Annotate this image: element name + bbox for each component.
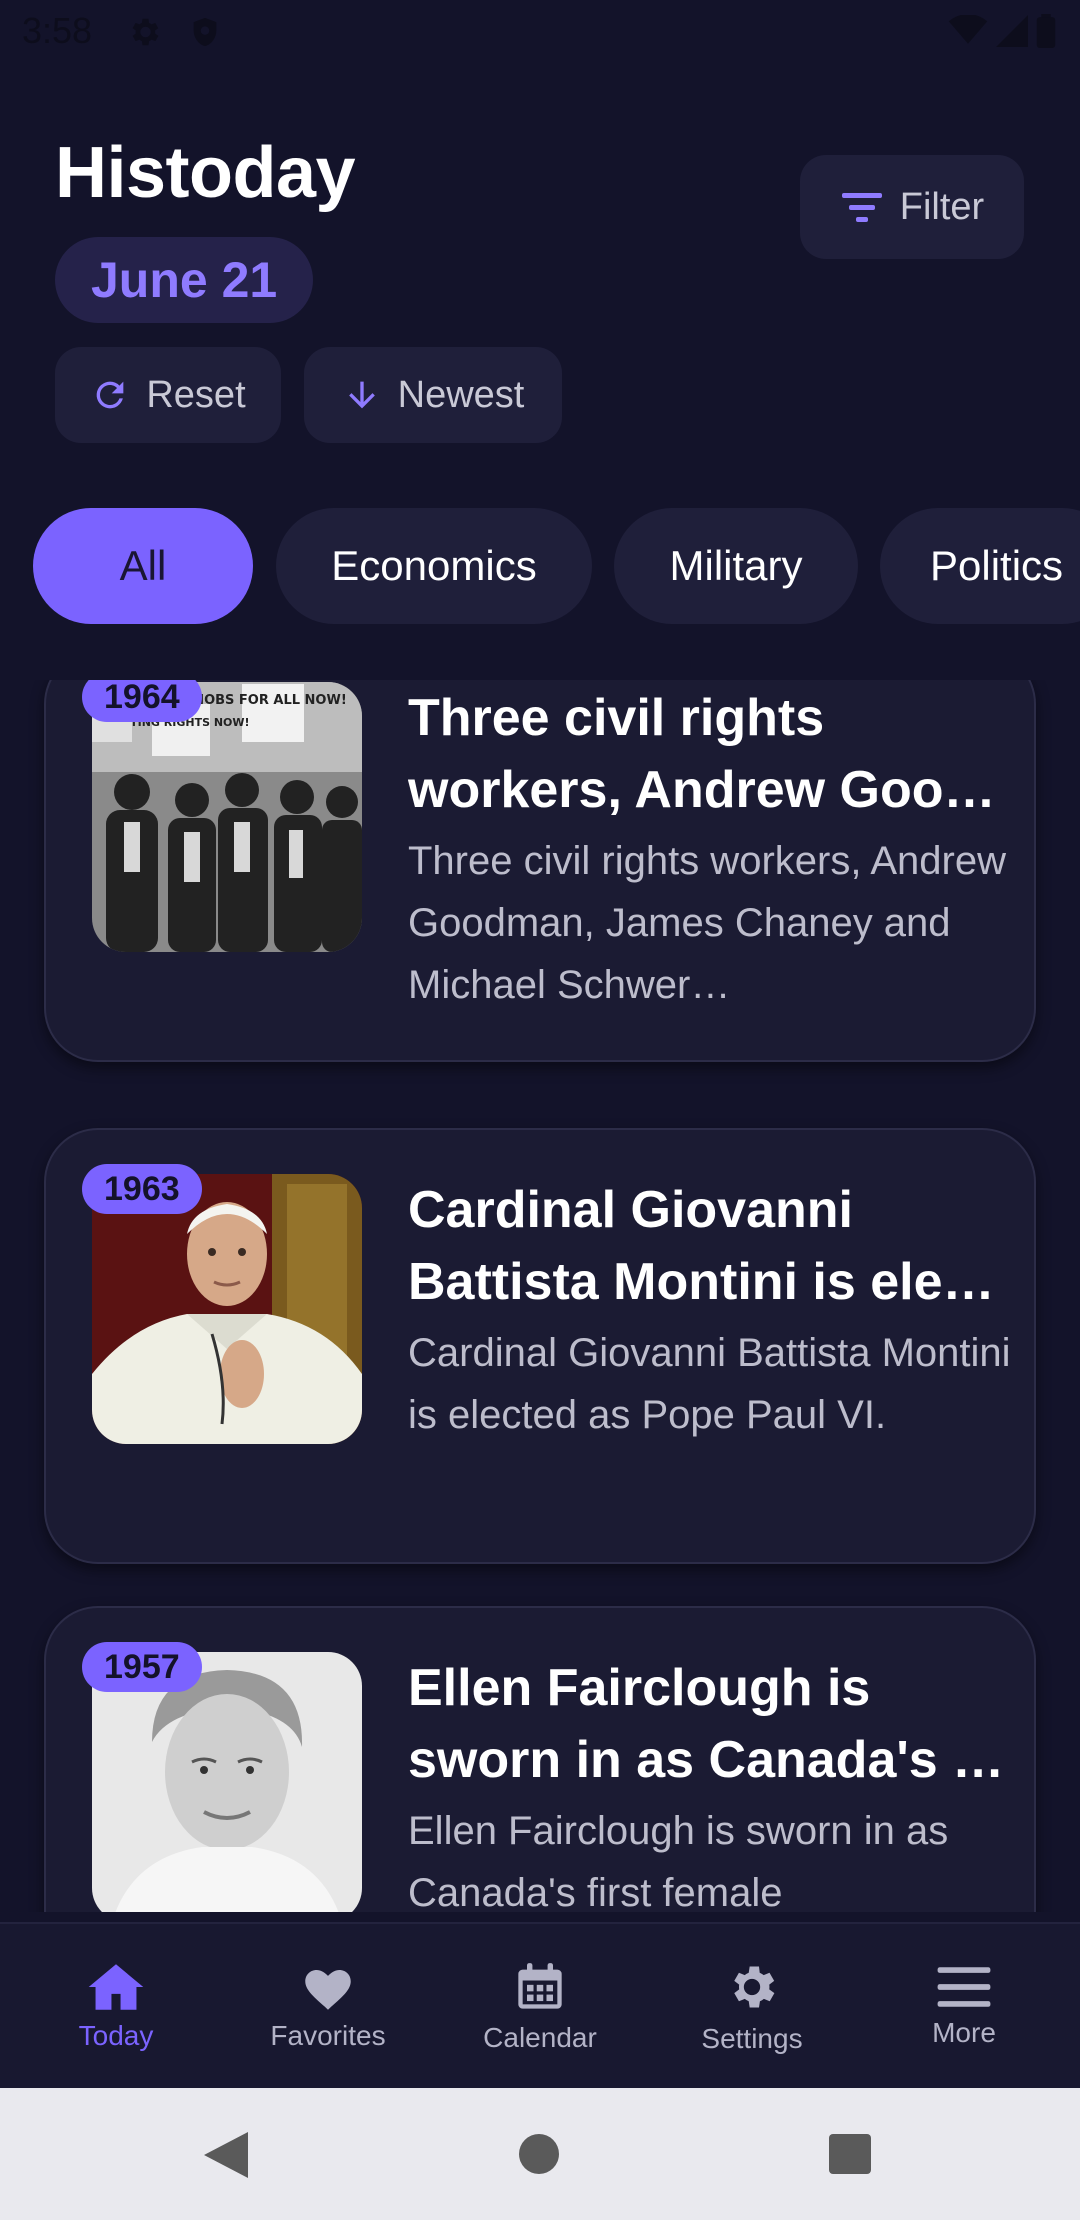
filter-label: Filter bbox=[899, 185, 985, 228]
event-card[interactable]: JOBS FOR ALL NOW! VOTING RIGHTS NOW! 196… bbox=[44, 680, 1036, 1062]
event-image bbox=[92, 1174, 362, 1444]
gear-icon bbox=[734, 1966, 775, 2008]
nav-settings[interactable]: Settings bbox=[644, 1924, 860, 2090]
app-title: Histoday bbox=[55, 133, 356, 213]
nav-label: Favorites bbox=[270, 2020, 386, 2051]
bottom-navigation: Today Favorites Calendar Settings More bbox=[0, 1922, 1080, 2090]
year-badge: 1963 bbox=[82, 1164, 202, 1214]
status-bar: 3:58 bbox=[0, 0, 1080, 70]
home-icon bbox=[88, 1964, 144, 2010]
year-badge: 1957 bbox=[82, 1642, 202, 1692]
system-navigation-bar bbox=[0, 2088, 1080, 2220]
shield-status-icon bbox=[188, 14, 222, 55]
event-title: Ellen Fairclough is sworn in as Canada's… bbox=[408, 1659, 1005, 1789]
settings-status-icon bbox=[126, 14, 162, 55]
tab-economics[interactable]: Economics bbox=[276, 508, 592, 624]
signal-icon bbox=[996, 15, 1028, 47]
wifi-icon bbox=[948, 15, 988, 44]
event-list[interactable]: JOBS FOR ALL NOW! VOTING RIGHTS NOW! 196… bbox=[0, 680, 1080, 1912]
reset-label: Reset bbox=[146, 373, 246, 416]
tab-military[interactable]: Military bbox=[614, 508, 858, 624]
year-label: 1964 bbox=[104, 680, 180, 716]
sort-label: Newest bbox=[397, 373, 525, 416]
nav-label: More bbox=[932, 2017, 996, 2048]
battery-icon bbox=[1036, 14, 1056, 48]
filter-icon bbox=[841, 193, 882, 222]
nav-label: Calendar bbox=[483, 2022, 597, 2053]
year-label: 1957 bbox=[104, 1647, 180, 1686]
tab-label: Economics bbox=[331, 542, 537, 589]
tab-label: All bbox=[119, 542, 167, 589]
status-indicators bbox=[948, 14, 1056, 48]
menu-icon bbox=[937, 1967, 991, 2007]
year-badge: 1964 bbox=[82, 680, 202, 722]
tab-label: Military bbox=[669, 542, 803, 589]
back-icon[interactable] bbox=[204, 2132, 248, 2178]
event-description: Three civil rights workers, Andrew Goodm… bbox=[408, 839, 1006, 1007]
category-tabs: All Economics Military Politics bbox=[0, 508, 1080, 624]
tab-all[interactable]: All bbox=[33, 508, 253, 624]
date-label: June 21 bbox=[91, 252, 278, 308]
nav-calendar[interactable]: Calendar bbox=[432, 1924, 648, 2090]
event-title: Cardinal Giovanni Battista Montini is el… bbox=[408, 1181, 995, 1311]
event-image: JOBS FOR ALL NOW! VOTING RIGHTS NOW! bbox=[92, 682, 362, 952]
event-title: Three civil rights workers, Andrew Goo… bbox=[408, 689, 996, 819]
tab-politics[interactable]: Politics bbox=[880, 508, 1080, 624]
event-description: Cardinal Giovanni Battista Montini is el… bbox=[408, 1331, 1011, 1437]
arrow-down-icon bbox=[348, 381, 375, 409]
tab-label: Politics bbox=[930, 542, 1064, 589]
nav-label: Settings bbox=[701, 2023, 803, 2054]
nav-today[interactable]: Today bbox=[8, 1924, 224, 2090]
protest-sign-text: JOBS FOR ALL NOW! bbox=[198, 693, 347, 708]
event-card[interactable]: 1963 Cardinal Giovanni Battista Montini … bbox=[44, 1128, 1036, 1564]
nav-more[interactable]: More bbox=[856, 1924, 1072, 2090]
status-time: 3:58 bbox=[22, 10, 93, 51]
refresh-icon bbox=[96, 381, 124, 409]
event-card[interactable]: 1957 Ellen Fairclough is sworn in as Can… bbox=[44, 1606, 1036, 1912]
nav-label: Today bbox=[78, 2020, 154, 2051]
home-button-icon[interactable] bbox=[518, 2133, 560, 2175]
reset-button[interactable]: Reset bbox=[55, 347, 281, 443]
heart-icon bbox=[305, 1969, 351, 2010]
event-description: Ellen Fairclough is sworn in as Canada's… bbox=[408, 1809, 949, 1912]
date-chip[interactable]: June 21 bbox=[55, 237, 314, 323]
calendar-icon bbox=[518, 1963, 562, 2009]
year-label: 1963 bbox=[104, 1169, 180, 1208]
nav-favorites[interactable]: Favorites bbox=[220, 1924, 436, 2090]
recents-icon[interactable] bbox=[829, 2134, 871, 2174]
filter-button[interactable]: Filter bbox=[800, 155, 1024, 259]
sort-newest-button[interactable]: Newest bbox=[304, 347, 562, 443]
